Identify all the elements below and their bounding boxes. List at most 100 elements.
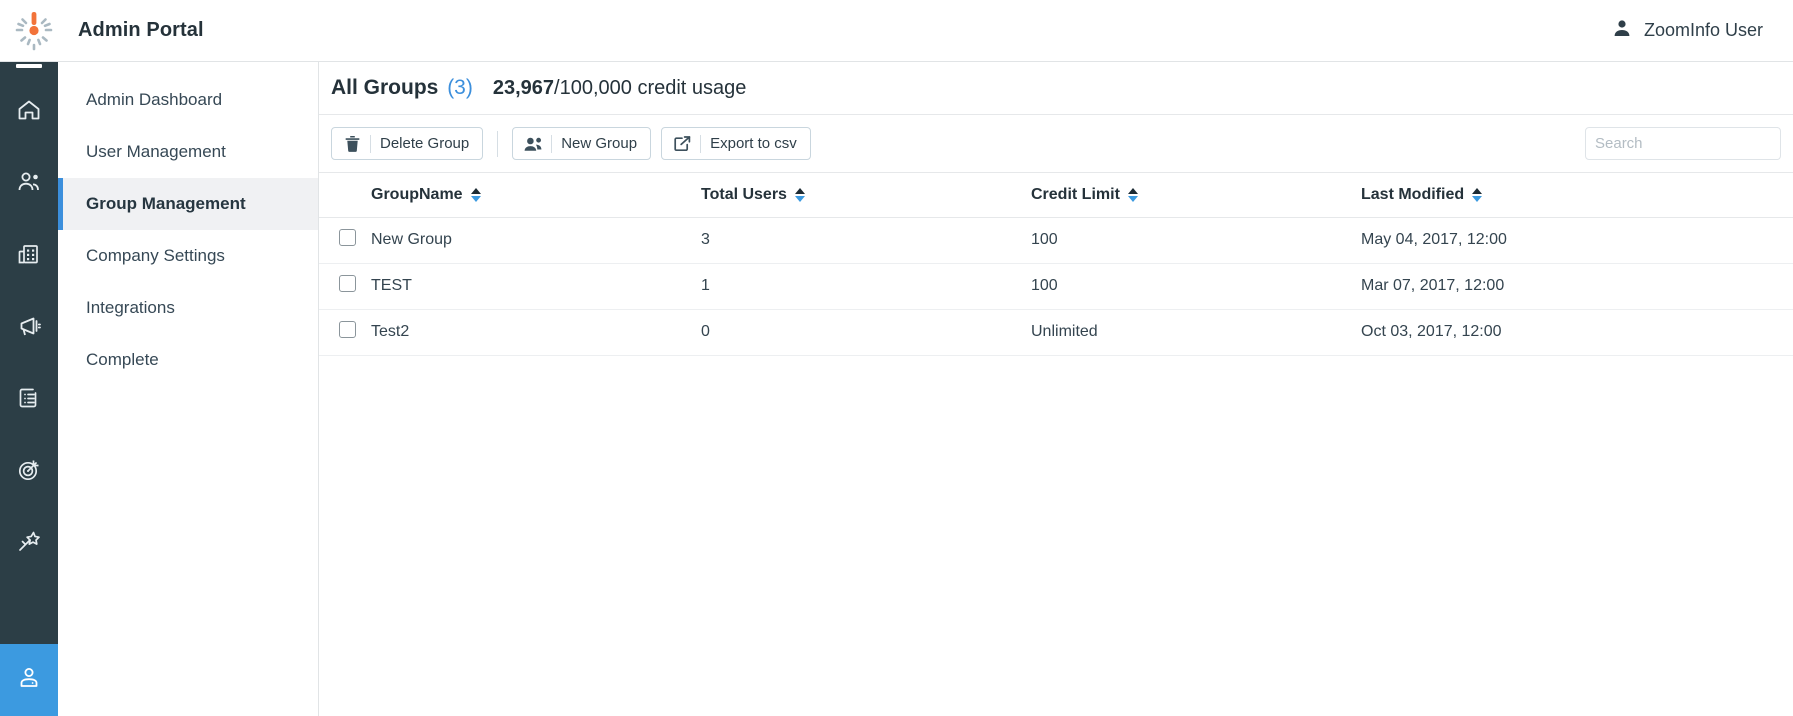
zoominfo-starburst-logo	[6, 3, 62, 59]
cell-group-name: TEST	[371, 263, 701, 309]
group-count-badge: (3)	[447, 76, 473, 99]
table-header: GroupName Total Users Credit Limit	[319, 173, 1793, 217]
sidebar-item-label: Integrations	[86, 298, 175, 318]
rail-item-announcements[interactable]	[0, 292, 58, 364]
sidebar-item-label: Complete	[86, 350, 159, 370]
column-label: Last Modified	[1361, 186, 1464, 204]
new-group-label: New Group	[561, 135, 637, 152]
search-area	[1585, 127, 1781, 160]
export-share-icon	[672, 136, 692, 152]
credit-used-value: 23,967	[493, 77, 554, 99]
admin-portal-app: Admin Portal ZoomInfo User	[0, 0, 1793, 716]
rail-item-targets[interactable]	[0, 436, 58, 508]
icon-rail	[0, 58, 58, 716]
page-header: All Groups (3) 23,967/100,000 credit usa…	[319, 62, 1793, 115]
row-checkbox[interactable]	[339, 321, 356, 338]
column-header-groupname[interactable]: GroupName	[371, 173, 701, 217]
cell-group-name: Test2	[371, 309, 701, 355]
table-row[interactable]: TEST 1 100 Mar 07, 2017, 12:00	[319, 263, 1793, 309]
search-input[interactable]	[1595, 135, 1793, 152]
main-content: All Groups (3) 23,967/100,000 credit usa…	[319, 62, 1793, 716]
cell-credit-limit: 100	[1031, 263, 1361, 309]
select-all-header	[319, 173, 371, 217]
sidebar-item-label: Admin Dashboard	[86, 90, 222, 110]
rail-item-contacts[interactable]	[0, 148, 58, 220]
export-to-csv-button[interactable]: Export to csv	[661, 127, 811, 160]
cell-credit-limit: Unlimited	[1031, 309, 1361, 355]
table-header-row: GroupName Total Users Credit Limit	[319, 173, 1793, 217]
rail-item-admin[interactable]	[0, 644, 58, 716]
sidebar-item-user-management[interactable]: User Management	[58, 126, 318, 178]
magic-wand-icon	[16, 529, 42, 560]
row-checkbox-cell	[319, 309, 371, 355]
admin-person-icon	[16, 665, 42, 696]
button-divider	[370, 135, 371, 153]
brand-area: Admin Portal	[0, 0, 204, 61]
table-body: New Group 3 100 May 04, 2017, 12:00 TEST…	[319, 217, 1793, 355]
hamburger-menu-icon[interactable]	[16, 64, 42, 68]
search-box[interactable]	[1585, 127, 1781, 160]
sidebar-item-integrations[interactable]: Integrations	[58, 282, 318, 334]
sidebar-item-company-settings[interactable]: Company Settings	[58, 230, 318, 282]
page-title-text: All Groups	[331, 76, 438, 99]
sidebar-item-admin-dashboard[interactable]: Admin Dashboard	[58, 74, 318, 126]
row-checkbox[interactable]	[339, 275, 356, 292]
sort-toggle-icon[interactable]	[1128, 188, 1138, 202]
sort-toggle-icon[interactable]	[471, 188, 481, 202]
row-checkbox[interactable]	[339, 229, 356, 246]
row-checkbox-cell	[319, 217, 371, 263]
column-header-last-modified[interactable]: Last Modified	[1361, 173, 1793, 217]
contacts-people-icon	[16, 169, 42, 200]
sort-toggle-icon[interactable]	[795, 188, 805, 202]
column-header-credit-limit[interactable]: Credit Limit	[1031, 173, 1361, 217]
new-group-button[interactable]: New Group	[512, 127, 651, 160]
toolbar-divider	[497, 131, 498, 157]
top-header-bar: Admin Portal ZoomInfo User	[0, 0, 1793, 62]
add-users-icon	[523, 136, 543, 152]
cell-total-users: 1	[701, 263, 1031, 309]
trash-icon	[342, 136, 362, 152]
delete-group-label: Delete Group	[380, 135, 469, 152]
column-label: GroupName	[371, 186, 463, 204]
user-avatar-icon	[1612, 18, 1632, 43]
row-checkbox-cell	[319, 263, 371, 309]
table-toolbar: Delete Group New Group	[319, 115, 1793, 173]
page-title: All Groups (3)	[331, 76, 473, 100]
cell-total-users: 3	[701, 217, 1031, 263]
groups-table: GroupName Total Users Credit Limit	[319, 173, 1793, 356]
sidebar-item-label: Company Settings	[86, 246, 225, 266]
sort-toggle-icon[interactable]	[1472, 188, 1482, 202]
brand-title: Admin Portal	[78, 19, 204, 42]
column-header-total-users[interactable]: Total Users	[701, 173, 1031, 217]
button-divider	[700, 135, 701, 153]
rail-item-enrich[interactable]	[0, 508, 58, 580]
home-icon	[16, 97, 42, 128]
user-name-label: ZoomInfo User	[1644, 20, 1763, 41]
list-document-icon	[16, 385, 42, 416]
sidebar-item-label: Group Management	[86, 194, 246, 214]
column-label: Credit Limit	[1031, 186, 1120, 204]
megaphone-icon	[16, 313, 42, 344]
cell-last-modified: Oct 03, 2017, 12:00	[1361, 309, 1793, 355]
user-menu[interactable]: ZoomInfo User	[1612, 18, 1793, 43]
delete-group-button[interactable]: Delete Group	[331, 127, 483, 160]
button-divider	[551, 135, 552, 153]
sidebar-item-complete[interactable]: Complete	[58, 334, 318, 386]
nav-sidebar: Admin Dashboard User Management Group Ma…	[58, 62, 319, 716]
rail-item-lists[interactable]	[0, 364, 58, 436]
credit-total-text: /100,000 credit usage	[554, 77, 746, 99]
rail-item-company[interactable]	[0, 220, 58, 292]
rail-item-home[interactable]	[0, 76, 58, 148]
sidebar-item-group-management[interactable]: Group Management	[58, 178, 318, 230]
cell-credit-limit: 100	[1031, 217, 1361, 263]
table-row[interactable]: Test2 0 Unlimited Oct 03, 2017, 12:00	[319, 309, 1793, 355]
cell-group-name: New Group	[371, 217, 701, 263]
sidebar-item-label: User Management	[86, 142, 226, 162]
cell-total-users: 0	[701, 309, 1031, 355]
cell-last-modified: Mar 07, 2017, 12:00	[1361, 263, 1793, 309]
export-to-csv-label: Export to csv	[710, 135, 797, 152]
company-building-icon	[16, 241, 42, 272]
table-row[interactable]: New Group 3 100 May 04, 2017, 12:00	[319, 217, 1793, 263]
credit-usage-label: 23,967/100,000 credit usage	[493, 77, 747, 100]
cell-last-modified: May 04, 2017, 12:00	[1361, 217, 1793, 263]
